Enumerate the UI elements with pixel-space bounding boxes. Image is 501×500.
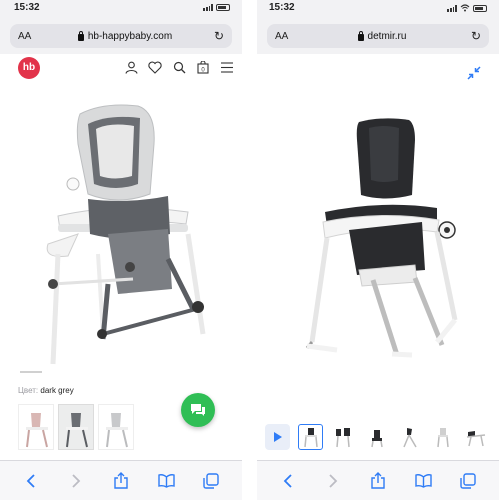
swatch-dark-grey[interactable] — [58, 404, 94, 450]
battery-icon — [216, 4, 230, 11]
heart-icon[interactable] — [148, 60, 162, 74]
signal-icon — [447, 4, 457, 12]
left-browser: 15:32 AA hb-happybaby.com ↻ hb 0 Цвет: d… — [0, 0, 242, 500]
status-icons — [447, 4, 487, 12]
bookmarks-button[interactable] — [154, 469, 178, 493]
share-button[interactable] — [366, 469, 390, 493]
forward-button[interactable] — [321, 469, 345, 493]
reload-icon[interactable]: ↻ — [467, 29, 481, 43]
product-image-high-chair[interactable] — [287, 110, 477, 360]
swatch-light-grey[interactable] — [98, 404, 134, 450]
wifi-icon — [460, 4, 470, 12]
status-time: 15:32 — [269, 2, 295, 13]
status-bar: 15:32 — [257, 0, 499, 16]
divider — [242, 0, 257, 500]
url-text: hb-happybaby.com — [87, 30, 173, 42]
tabs-button[interactable] — [199, 469, 223, 493]
chevron-right-icon — [72, 473, 81, 488]
tabs-icon — [460, 472, 477, 489]
gallery-thumbnails — [265, 424, 488, 450]
thumb-2[interactable] — [331, 424, 356, 450]
back-button[interactable] — [19, 469, 43, 493]
hb-logo[interactable]: hb — [18, 57, 40, 79]
status-bar: 15:32 — [0, 0, 242, 16]
share-icon — [371, 472, 385, 489]
product-image-high-chair[interactable] — [18, 84, 238, 374]
thumb-4[interactable] — [397, 424, 422, 450]
status-time: 15:32 — [14, 2, 40, 13]
lock-icon — [357, 30, 364, 41]
address-bar: AA detmir.ru ↻ — [257, 16, 499, 54]
forward-button[interactable] — [64, 469, 88, 493]
share-icon — [114, 472, 128, 489]
bookmarks-button[interactable] — [411, 469, 435, 493]
chat-icon — [191, 404, 205, 416]
thumb-5[interactable] — [430, 424, 455, 450]
carousel-indicator — [20, 371, 42, 373]
address-bar: AA hb-happybaby.com ↻ — [0, 16, 242, 54]
share-button[interactable] — [109, 469, 133, 493]
url-text: detmir.ru — [367, 30, 407, 42]
swatch-rose[interactable] — [18, 404, 54, 450]
url-field[interactable]: AA detmir.ru ↻ — [267, 24, 489, 48]
color-label: Цвет: dark grey — [18, 386, 74, 395]
signal-icon — [203, 4, 213, 11]
url-display[interactable]: detmir.ru — [297, 30, 467, 42]
video-play-button[interactable] — [265, 424, 290, 450]
play-icon — [273, 432, 282, 442]
site-header: hb 0 — [0, 54, 242, 84]
url-display[interactable]: hb-happybaby.com — [40, 30, 210, 42]
safari-toolbar — [0, 460, 242, 500]
reader-aa-button[interactable]: AA — [275, 31, 297, 42]
reader-aa-button[interactable]: AA — [18, 31, 40, 42]
safari-toolbar — [257, 460, 499, 500]
cart-icon[interactable]: 0 — [196, 60, 210, 74]
chat-button[interactable] — [181, 393, 215, 427]
collapse-fullscreen-icon[interactable] — [467, 66, 481, 80]
back-button[interactable] — [276, 469, 300, 493]
tabs-button[interactable] — [456, 469, 480, 493]
reload-icon[interactable]: ↻ — [210, 29, 224, 43]
color-swatches — [18, 404, 134, 450]
book-icon — [414, 473, 432, 488]
tabs-icon — [203, 472, 220, 489]
thumb-1[interactable] — [298, 424, 323, 450]
menu-icon[interactable] — [220, 60, 234, 74]
lock-icon — [77, 30, 84, 41]
search-icon[interactable] — [172, 60, 186, 74]
right-browser: 15:32 AA detmir.ru ↻ — [257, 0, 499, 500]
book-icon — [157, 473, 175, 488]
url-field[interactable]: AA hb-happybaby.com ↻ — [10, 24, 232, 48]
chevron-right-icon — [329, 473, 338, 488]
chevron-left-icon — [283, 473, 292, 488]
status-icons — [203, 4, 230, 11]
header-icons: 0 — [124, 60, 234, 74]
user-icon[interactable] — [124, 60, 138, 74]
thumb-6[interactable] — [463, 424, 488, 450]
color-value: dark grey — [40, 386, 74, 395]
battery-icon — [473, 4, 487, 12]
thumb-3[interactable] — [364, 424, 389, 450]
chevron-left-icon — [26, 473, 35, 488]
